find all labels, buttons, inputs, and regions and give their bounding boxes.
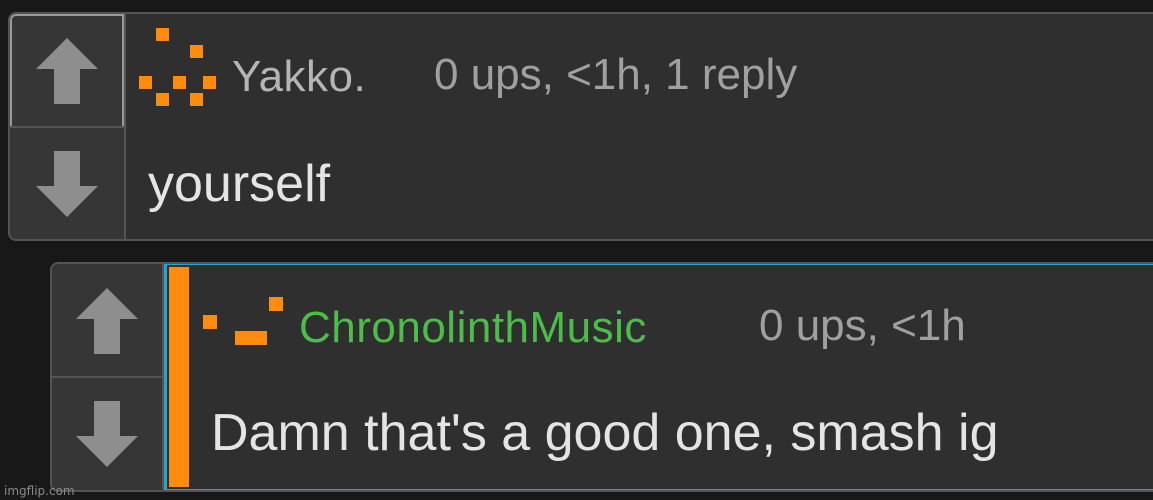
comment-username[interactable]: Yakko. (232, 52, 366, 102)
arrow-down-icon (36, 150, 98, 217)
vote-column (52, 264, 164, 490)
upvote-button[interactable] (10, 14, 124, 128)
comment-text: Damn that's a good one, smash ig (211, 404, 999, 462)
reply-comment: ChronolinthMusic 0 ups, <1h Damn that's … (50, 262, 1153, 492)
downvote-button[interactable] (10, 126, 124, 239)
comment-thread: Yakko. 0 ups, <1h, 1 reply yourself Chro… (0, 0, 1153, 500)
downvote-button[interactable] (52, 376, 162, 490)
comment-body: ChronolinthMusic 0 ups, <1h Damn that's … (164, 264, 1153, 490)
op-indicator-bar (169, 267, 189, 487)
watermark: imgflip.com (4, 484, 75, 498)
user-avatar-icon (203, 297, 283, 345)
comment-body: Yakko. 0 ups, <1h, 1 reply yourself (126, 14, 1153, 239)
vote-column (10, 14, 126, 239)
arrow-up-icon (76, 288, 138, 354)
comment: Yakko. 0 ups, <1h, 1 reply yourself (8, 12, 1153, 241)
comment-meta: 0 ups, <1h (759, 301, 966, 350)
arrow-up-icon (36, 38, 98, 104)
comment-text: yourself (148, 155, 331, 213)
arrow-down-icon (76, 401, 138, 467)
comment-meta: 0 ups, <1h, 1 reply (434, 50, 798, 99)
upvote-button[interactable] (52, 264, 162, 378)
user-avatar-icon (139, 28, 216, 106)
comment-username[interactable]: ChronolinthMusic (299, 303, 647, 353)
